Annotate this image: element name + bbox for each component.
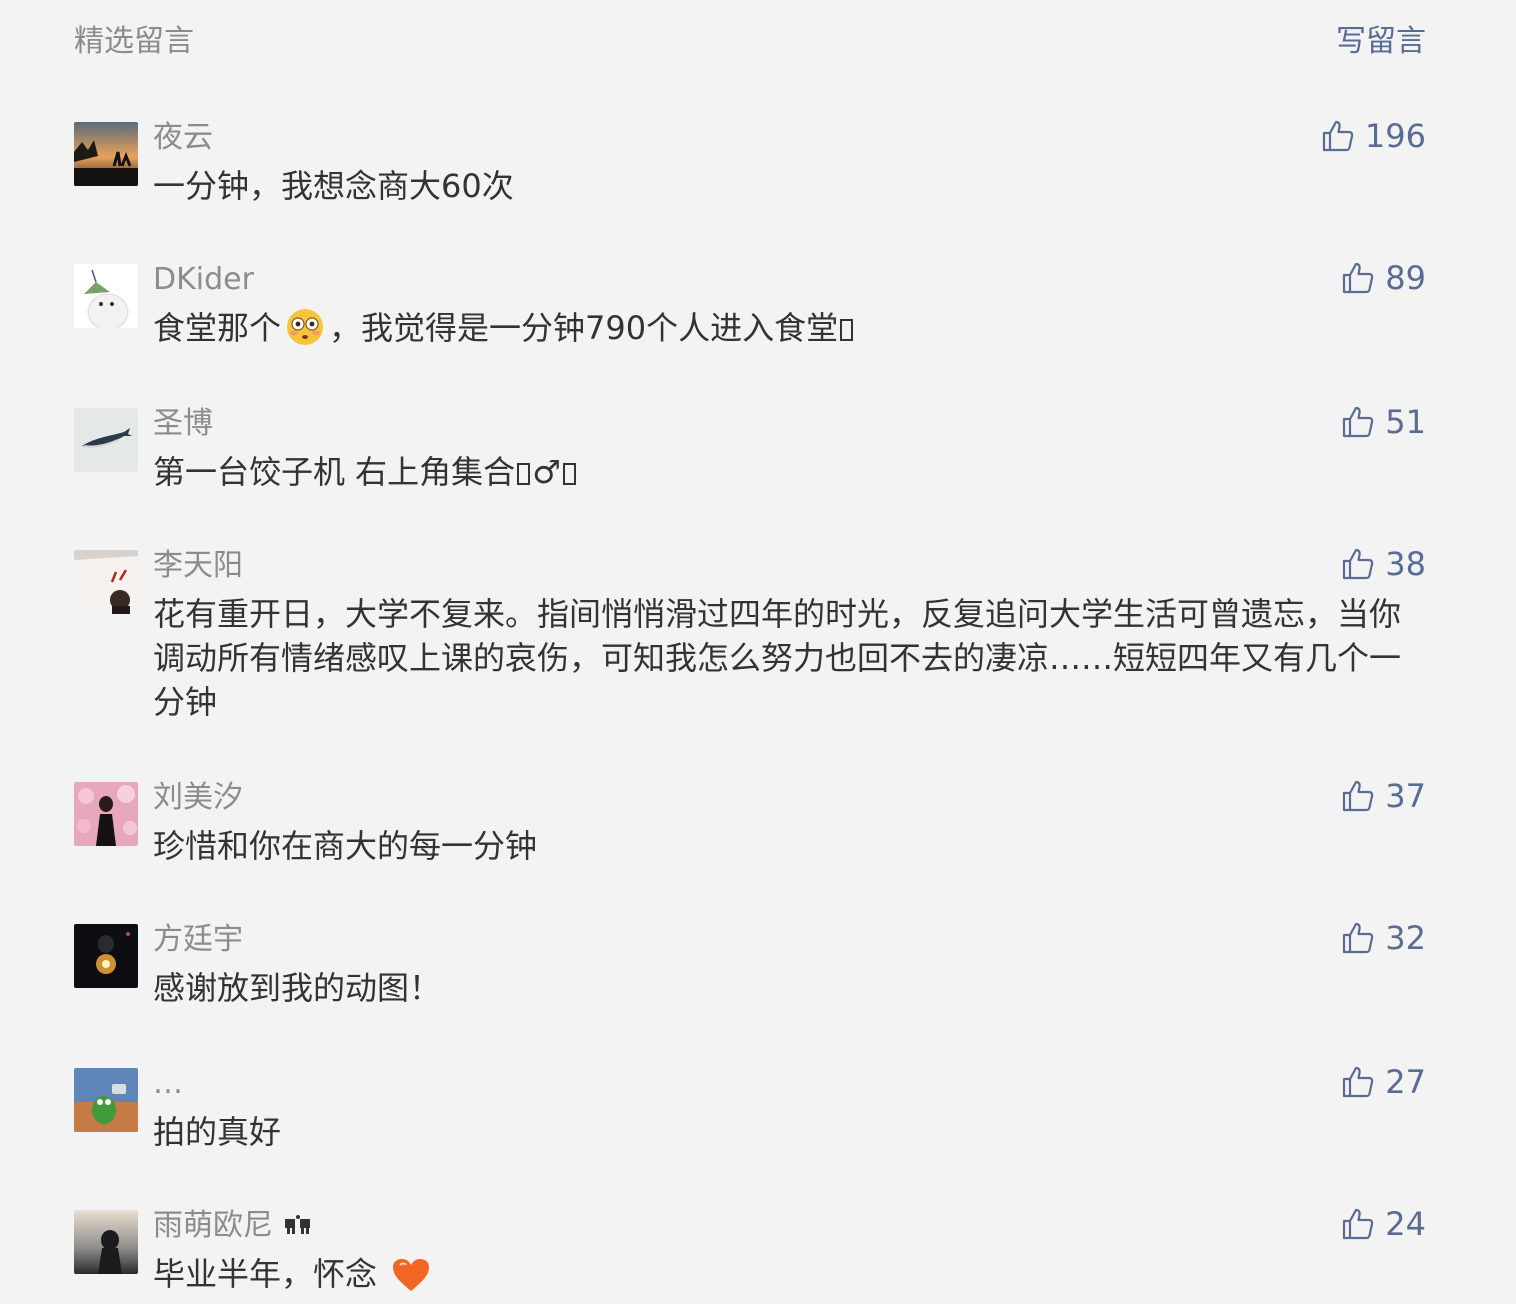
like-count: 37 (1385, 777, 1426, 815)
comment-text: 一分钟，我想念商大60次 (153, 167, 514, 205)
like-button[interactable]: 27 (1341, 1062, 1426, 1102)
like-button[interactable]: 24 (1341, 1204, 1426, 1244)
like-count: 32 (1385, 919, 1426, 957)
like-button[interactable]: 38 (1341, 544, 1426, 584)
thumbs-up-icon (1341, 779, 1375, 813)
comment-text: 毕业半年，怀念 (153, 1252, 1413, 1304)
avatar[interactable] (74, 782, 138, 846)
like-button[interactable]: 32 (1341, 918, 1426, 958)
comment-text: 第一台饺子机 右上角集合 ♂ (153, 450, 1413, 494)
avatar[interactable] (74, 1210, 138, 1274)
like-count: 89 (1385, 259, 1426, 297)
missing-glyph-box (562, 463, 576, 485)
thumbs-up-icon (1341, 1065, 1375, 1099)
comment-nickname: 夜云 (153, 120, 213, 155)
comment-text: 花有重开日，大学不复来。指间悄悄滑过四年的时光，反复追问大学生活可曾遗忘，当你调… (153, 595, 1402, 721)
avatar[interactable] (74, 264, 138, 328)
thumbs-up-icon (1341, 921, 1375, 955)
featured-comments-title: 精选留言 (74, 24, 194, 59)
comment-text-part: ♂ (532, 453, 561, 491)
comment-text-part: 第一台饺子机 右上角集合 (153, 453, 516, 491)
thumbs-up-icon (1341, 547, 1375, 581)
flushed-face-emoji (285, 307, 325, 358)
like-button[interactable]: 196 (1321, 116, 1426, 156)
thumbs-up-icon (1321, 119, 1355, 153)
like-button[interactable]: 89 (1341, 258, 1426, 298)
comment-nickname: 雨萌欧尼 (153, 1206, 313, 1247)
like-count: 51 (1385, 403, 1426, 441)
comment-nickname: DKider (153, 262, 254, 297)
avatar[interactable] (74, 122, 138, 186)
comment-text: 拍的真好 (153, 1113, 282, 1151)
comment-nickname: 方廷宇 (153, 922, 243, 957)
like-count: 27 (1385, 1063, 1426, 1101)
avatar[interactable] (74, 408, 138, 472)
comment-text: 珍惜和你在商大的每一分钟 (153, 827, 538, 865)
like-button[interactable]: 51 (1341, 402, 1426, 442)
comment-text-part: ，我觉得是一分钟790个人进入食堂 (329, 309, 839, 347)
thumbs-up-icon (1341, 261, 1375, 295)
avatar[interactable] (74, 924, 138, 988)
comments-header: 精选留言 写留言 (74, 22, 1426, 62)
orange-heart-emoji (391, 1257, 431, 1304)
comment-text: 食堂那个 ，我觉得是一分钟790个人进入食堂 (153, 306, 1413, 358)
comment-nickname: 李天阳 (153, 548, 243, 583)
like-count: 24 (1385, 1205, 1426, 1243)
missing-glyph-box (517, 463, 531, 485)
comment-nickname: 刘美汐 (153, 780, 243, 815)
avatar[interactable] (74, 550, 138, 614)
comment-text-part: 毕业半年，怀念 (153, 1255, 378, 1293)
write-comment-link[interactable]: 写留言 (1336, 22, 1426, 62)
like-count: 38 (1385, 545, 1426, 583)
comment-nickname: 圣博 (153, 406, 213, 441)
avatar[interactable] (74, 1068, 138, 1132)
cat-paw-icon (283, 1207, 313, 1247)
like-button[interactable]: 37 (1341, 776, 1426, 816)
missing-glyph-box (840, 319, 854, 341)
thumbs-up-icon (1341, 1207, 1375, 1241)
thumbs-up-icon (1341, 405, 1375, 439)
comment-text-part: 食堂那个 (153, 309, 282, 347)
comment-nickname-text: 雨萌欧尼 (153, 1208, 273, 1243)
comment-nickname: … (153, 1066, 183, 1101)
like-count: 196 (1364, 117, 1426, 155)
comment-text: 感谢放到我的动图！ (153, 969, 442, 1007)
